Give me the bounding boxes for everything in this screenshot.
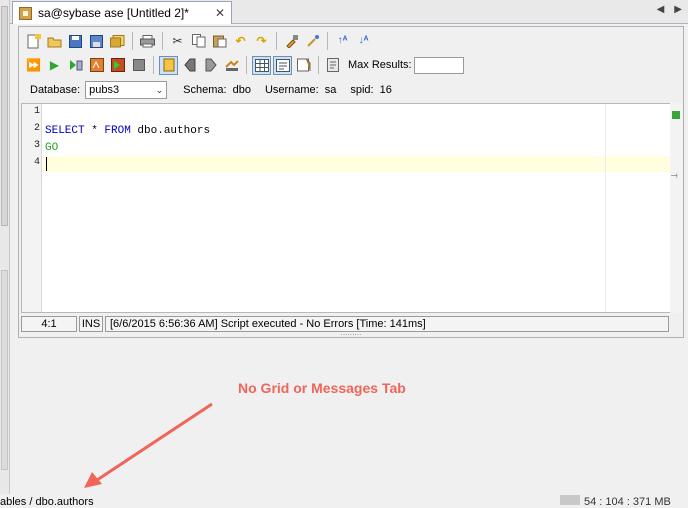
- separator: [246, 56, 247, 74]
- toolbar-row-1: ✂ ↶ ↷ ↑ᴬ ↓ᴬ: [24, 30, 373, 52]
- line-number: 2: [33, 123, 40, 134]
- execute-current-icon[interactable]: [66, 56, 85, 75]
- object-path: ables / dbo.authors: [0, 496, 94, 508]
- open-folder-icon[interactable]: [45, 32, 64, 51]
- spid-value: 16: [379, 84, 392, 96]
- toolbar-row-2: ⏩ ▶ Max Results:: [24, 54, 464, 76]
- schema-label: Schema:: [183, 84, 227, 96]
- schema-value: dbo: [232, 84, 251, 96]
- sql-keyword: FROM: [104, 125, 131, 137]
- line-number: 1: [33, 106, 40, 117]
- results-file-icon[interactable]: [294, 56, 313, 75]
- editor-tab[interactable]: sa@sybase ase [Untitled 2]* ✕: [12, 1, 232, 24]
- no-errors-indicator: [672, 111, 680, 119]
- sql-keyword: SELECT: [45, 125, 85, 137]
- code-line: GO: [45, 142, 59, 154]
- close-icon[interactable]: ✕: [215, 6, 225, 20]
- undo-icon[interactable]: ↶: [231, 32, 250, 51]
- code-line: SELECT * FROM dbo.authors: [45, 123, 210, 139]
- paste-icon[interactable]: [210, 32, 229, 51]
- max-results-control: Max Results:: [348, 56, 464, 74]
- memory-usage: 54 : 104 : 371 MB: [584, 496, 671, 508]
- rollback-icon[interactable]: [201, 56, 220, 75]
- chevron-down-icon: ⌄: [155, 84, 164, 95]
- line-number: 4: [33, 157, 40, 168]
- execute-icon[interactable]: ▶: [45, 56, 64, 75]
- commit-mode-icon[interactable]: [159, 55, 178, 75]
- cut-icon[interactable]: ✂: [168, 32, 187, 51]
- transaction-icon[interactable]: [222, 56, 241, 75]
- results-grid-icon[interactable]: [252, 55, 271, 75]
- print-icon[interactable]: [138, 32, 157, 51]
- current-line-highlight: [43, 156, 671, 172]
- caret-position-marker: ⟞: [671, 171, 678, 180]
- editor-marker-strip: ⟞: [670, 103, 683, 313]
- query-history-icon[interactable]: [324, 56, 343, 75]
- tab-title: sa@sybase ase [Untitled 2]*: [38, 6, 189, 20]
- editor-status-bar: 4:1 INS [6/6/2015 6:56:36 AM] Script exe…: [21, 316, 671, 332]
- username-value: sa: [324, 84, 337, 96]
- separator: [318, 56, 319, 74]
- results-splitter[interactable]: ⋯⋯⋯: [18, 332, 684, 339]
- auto-complete-icon[interactable]: [303, 32, 322, 51]
- execute-all-icon[interactable]: ⏩: [24, 56, 43, 75]
- commit-icon[interactable]: [180, 56, 199, 75]
- next-tab-icon[interactable]: ▶: [674, 4, 682, 15]
- explain-plan-icon[interactable]: [87, 56, 106, 75]
- separator: [153, 56, 154, 74]
- redo-icon[interactable]: ↷: [252, 32, 271, 51]
- database-label: Database:: [30, 84, 81, 96]
- text-caret: [46, 157, 47, 171]
- save-all-icon[interactable]: [108, 32, 127, 51]
- separator: [132, 32, 133, 50]
- separator: [162, 32, 163, 50]
- insert-mode: INS: [79, 316, 103, 332]
- separator: [276, 32, 277, 50]
- sql-editor-icon: [19, 6, 32, 20]
- save-as-icon[interactable]: [87, 32, 106, 51]
- sort-ascending-icon[interactable]: ↑ᴬ: [333, 32, 352, 51]
- code-text: dbo.authors: [130, 125, 211, 137]
- spid-label: spid:: [350, 84, 374, 96]
- database-select[interactable]: pubs3 ⌄: [85, 81, 168, 99]
- separator: [327, 32, 328, 50]
- sort-descending-icon[interactable]: ↓ᴬ: [354, 32, 373, 51]
- stop-icon[interactable]: [129, 56, 148, 75]
- previous-tab-icon[interactable]: ◀: [657, 4, 665, 15]
- results-text-icon[interactable]: [273, 55, 292, 75]
- scroll-thumb[interactable]: [1, 6, 8, 226]
- new-icon[interactable]: [24, 32, 43, 51]
- database-value: pubs3: [89, 84, 120, 96]
- tab-navigation: ◀ ▶: [657, 4, 682, 15]
- sql-editor[interactable]: 1 2 3 4 SELECT * FROM dbo.authors GO: [21, 103, 671, 313]
- status-message: [6/6/2015 6:56:36 AM] Script executed - …: [105, 316, 669, 332]
- main-status-bar: ables / dbo.authors 54 : 104 : 371 MB: [0, 494, 688, 508]
- annotation-text: No Grid or Messages Tab: [238, 380, 406, 396]
- scroll-thumb-lower[interactable]: [1, 270, 8, 470]
- cursor-position: 4:1: [21, 316, 77, 332]
- line-number: 3: [33, 140, 40, 151]
- save-icon[interactable]: [66, 32, 85, 51]
- left-scroll-strip[interactable]: [0, 0, 10, 504]
- max-results-input[interactable]: [413, 56, 464, 74]
- code-text: *: [84, 125, 105, 137]
- line-number-gutter: 1 2 3 4: [22, 104, 42, 312]
- format-icon[interactable]: [282, 32, 301, 51]
- connection-info-row: Database: pubs3 ⌄ Schema: dbo Username: …: [30, 81, 406, 99]
- right-margin-guide: [605, 104, 606, 312]
- max-results-label: Max Results:: [348, 59, 412, 71]
- copy-icon[interactable]: [189, 32, 208, 51]
- execute-explain-icon[interactable]: [108, 56, 127, 75]
- editor-tab-bar: sa@sybase ase [Untitled 2]* ✕ ◀ ▶: [10, 0, 688, 24]
- username-label: Username:: [264, 84, 319, 96]
- sql-editor-panel: ✂ ↶ ↷ ↑ᴬ ↓ᴬ ⏩ ▶ Max Results: Database: p…: [18, 26, 684, 338]
